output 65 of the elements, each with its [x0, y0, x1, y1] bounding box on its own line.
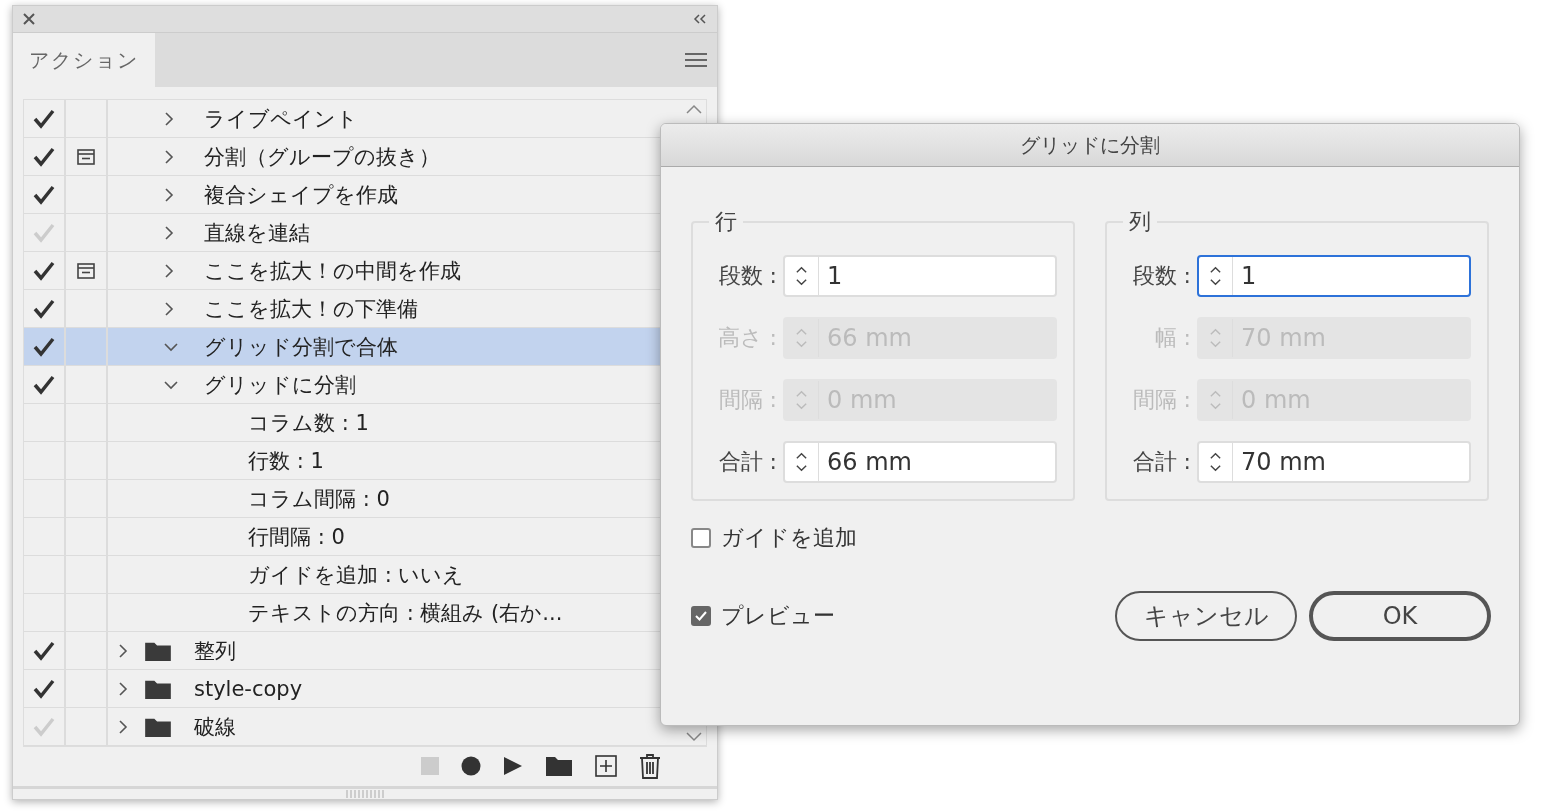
expand-chevron-icon[interactable]	[164, 301, 174, 316]
play-icon[interactable]	[503, 756, 523, 776]
check-icon[interactable]	[33, 678, 55, 699]
scroll-up-icon[interactable]	[686, 104, 702, 114]
action-name: 破線	[194, 713, 236, 741]
menu-icon[interactable]	[685, 52, 707, 68]
action-name: 直線を連結	[204, 219, 310, 247]
expand-chevron-icon[interactable]	[118, 681, 128, 696]
dialog-toggle-icon[interactable]	[77, 262, 95, 279]
parameter-text: 行数 : 1	[248, 447, 324, 475]
panel-tab[interactable]: アクション	[13, 33, 155, 87]
action-name: 複合シェイプを作成	[204, 181, 398, 209]
check-icon[interactable]	[33, 184, 55, 205]
check-icon[interactable]	[33, 108, 55, 129]
expand-chevron-icon[interactable]	[164, 225, 174, 240]
parameter-text: 行間隔 : 0	[248, 523, 345, 551]
parameter-text: テキストの方向 : 横組み (右か...	[248, 599, 563, 627]
action-name: ここを拡大！の下準備	[204, 295, 418, 323]
check-icon[interactable]	[33, 260, 55, 281]
checkmark-icon	[695, 611, 707, 621]
group-label: 列	[1128, 208, 1152, 236]
trash-icon[interactable]	[639, 753, 661, 779]
check-icon[interactable]	[33, 146, 55, 167]
group-label: 行	[714, 208, 738, 236]
field-label: 段数 :	[1131, 262, 1191, 290]
scroll-down-icon[interactable]	[686, 732, 702, 742]
expand-chevron-icon[interactable]	[164, 263, 174, 278]
action-name: グリッドに分割	[204, 371, 356, 399]
parameter-text: コラム数 : 1	[248, 409, 369, 437]
action-name: style-copy	[194, 676, 303, 701]
folder-icon[interactable]	[545, 755, 573, 777]
resize-grip-icon[interactable]	[345, 790, 385, 798]
number-field[interactable]: 1	[1197, 255, 1471, 297]
field-label: 合計 :	[1131, 448, 1191, 476]
cancel-button[interactable]: キャンセル	[1115, 591, 1297, 641]
check-icon[interactable]	[33, 298, 55, 319]
parameter-text: ガイドを追加 : いいえ	[248, 561, 465, 589]
collapse-chevron-icon[interactable]	[164, 379, 178, 390]
number-field[interactable]: 66 mm	[783, 441, 1057, 483]
action-name: ここを拡大！の中間を作成	[204, 257, 461, 285]
expand-chevron-icon[interactable]	[118, 719, 128, 734]
record-icon[interactable]	[461, 756, 481, 776]
number-field[interactable]: 70 mm	[1197, 441, 1471, 483]
action-name: グリッド分割で合体	[204, 333, 398, 361]
field-label: 合計 :	[717, 448, 777, 476]
field-label: 段数 :	[717, 262, 777, 290]
action-name: ライブペイント	[204, 105, 358, 133]
new-item-icon[interactable]	[595, 755, 617, 777]
collapse-chevron-icon[interactable]	[164, 341, 178, 352]
check-icon[interactable]	[33, 336, 55, 357]
collapse-icon[interactable]	[693, 14, 707, 24]
check-icon[interactable]	[33, 640, 55, 661]
action-name: 整列	[194, 637, 236, 665]
ok-button[interactable]: OK	[1309, 591, 1491, 641]
expand-chevron-icon[interactable]	[164, 187, 174, 202]
expand-chevron-icon[interactable]	[164, 149, 174, 164]
expand-chevron-icon[interactable]	[118, 643, 128, 658]
dialog-title: グリッドに分割	[661, 124, 1519, 167]
close-icon[interactable]	[23, 13, 35, 25]
expand-chevron-icon[interactable]	[164, 111, 174, 126]
check-icon[interactable]	[33, 374, 55, 395]
number-field[interactable]: 1	[783, 255, 1057, 297]
dialog-toggle-icon[interactable]	[77, 148, 95, 165]
parameter-text: コラム間隔 : 0	[248, 485, 390, 513]
action-name: 分割（グループの抜き）	[204, 143, 440, 171]
